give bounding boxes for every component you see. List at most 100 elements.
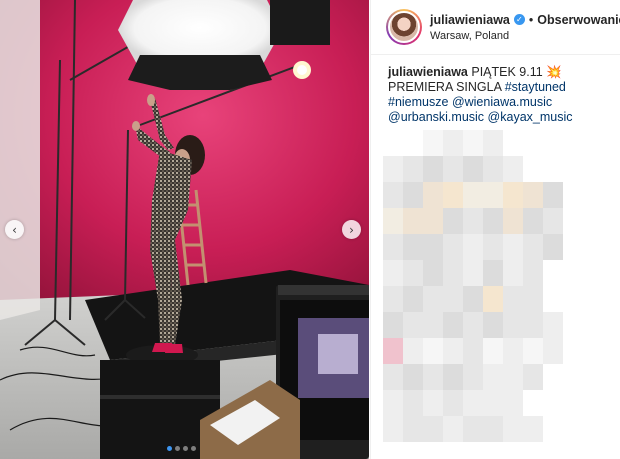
blur-pixel [383, 364, 403, 390]
collision-emoji: 💥 [546, 65, 562, 79]
mention-link[interactable]: @wieniawa.music [452, 95, 552, 109]
blur-pixel [463, 208, 483, 234]
blur-pixel [443, 416, 463, 442]
photo-image [0, 0, 369, 459]
blur-pixel [403, 338, 423, 364]
post-header: juliawieniawa ✓ • Obserwowanie Warsaw, P… [371, 0, 620, 55]
blur-pixel [503, 312, 523, 338]
blur-pixel [503, 338, 523, 364]
blur-pixel [383, 234, 403, 260]
blur-pixel [383, 390, 403, 416]
blur-pixel [443, 130, 463, 156]
blur-pixel [443, 208, 463, 234]
hashtag-link[interactable]: #niemusze [388, 95, 448, 109]
header-text: juliawieniawa ✓ • Obserwowanie Warsaw, P… [430, 13, 620, 42]
blur-pixel [463, 312, 483, 338]
carousel-next-button[interactable]: › [342, 220, 361, 239]
blur-pixel [483, 234, 503, 260]
carousel-dot [175, 446, 180, 451]
blur-pixel [403, 364, 423, 390]
blur-pixel [483, 364, 503, 390]
blur-pixel [543, 312, 563, 338]
caption-text: PIĄTEK 9.11 [471, 65, 543, 79]
blur-pixel [523, 260, 543, 286]
blur-pixel [403, 208, 423, 234]
mention-link[interactable]: @urbanski.music [388, 110, 484, 124]
post-side-panel: juliawieniawa ✓ • Obserwowanie Warsaw, P… [370, 0, 620, 459]
blur-pixel [443, 390, 463, 416]
blur-pixel [523, 312, 543, 338]
blur-pixel [483, 390, 503, 416]
blur-pixel [523, 416, 543, 442]
blur-pixel [503, 416, 523, 442]
blur-pixel [543, 208, 563, 234]
caption-username[interactable]: juliawieniawa [388, 65, 468, 79]
blur-pixel [423, 130, 443, 156]
separator-dot: • [528, 12, 534, 27]
carousel-dot [183, 446, 188, 451]
blur-pixel [443, 260, 463, 286]
chevron-right-icon: › [349, 222, 354, 237]
blur-pixel [423, 156, 443, 182]
blur-pixel [503, 156, 523, 182]
blur-pixel [483, 130, 503, 156]
blur-pixel [443, 182, 463, 208]
blur-pixel [523, 208, 543, 234]
blur-pixel [463, 390, 483, 416]
blur-pixel [383, 156, 403, 182]
blur-pixel [483, 286, 503, 312]
blur-pixel [523, 286, 543, 312]
blur-pixel [383, 338, 403, 364]
username-link[interactable]: juliawieniawa [430, 13, 510, 27]
blur-pixel [483, 312, 503, 338]
blur-pixel [463, 156, 483, 182]
blur-pixel [443, 234, 463, 260]
blur-pixel [383, 416, 403, 442]
carousel-dot [167, 446, 172, 451]
blur-pixel [423, 234, 443, 260]
blur-pixel [383, 286, 403, 312]
blur-pixel [443, 338, 463, 364]
blur-pixel [543, 234, 563, 260]
blur-pixel [403, 312, 423, 338]
blur-pixel [483, 156, 503, 182]
blur-pixel [503, 260, 523, 286]
caption-text-2: PREMIERA SINGLA [388, 80, 502, 94]
blur-pixel [403, 156, 423, 182]
blur-pixel [543, 182, 563, 208]
blur-pixel [403, 416, 423, 442]
header-row: juliawieniawa ✓ • Obserwowanie [430, 13, 620, 27]
blur-pixel [523, 364, 543, 390]
blur-pixel [463, 182, 483, 208]
mention-link[interactable]: @kayax_music [488, 110, 573, 124]
hashtag-link[interactable]: #staytuned [505, 80, 566, 94]
blur-pixel [483, 338, 503, 364]
location-link[interactable]: Warsaw, Poland [430, 30, 620, 42]
avatar[interactable] [386, 9, 422, 45]
blur-pixel [443, 286, 463, 312]
blur-pixel [403, 390, 423, 416]
blur-pixel [523, 234, 543, 260]
blur-pixel [423, 208, 443, 234]
post-caption: juliawieniawa PIĄTEK 9.11 💥 PREMIERA SIN… [371, 55, 620, 125]
blur-pixel [443, 156, 463, 182]
blur-pixel [383, 260, 403, 286]
blur-pixel [423, 390, 443, 416]
blur-pixel [463, 286, 483, 312]
blur-pixel [463, 234, 483, 260]
blur-pixel [423, 338, 443, 364]
carousel-dot [191, 446, 196, 451]
blur-pixel [403, 234, 423, 260]
avatar-image [388, 11, 420, 43]
blur-pixel [423, 416, 443, 442]
blur-pixel [463, 130, 483, 156]
post-photo[interactable]: ‹ › [0, 0, 369, 459]
carousel-indicator [167, 446, 196, 451]
blur-pixel [523, 182, 543, 208]
carousel-prev-button[interactable]: ‹ [5, 220, 24, 239]
blur-pixel [463, 338, 483, 364]
blur-pixel [423, 286, 443, 312]
blur-pixel [483, 182, 503, 208]
blur-pixel [383, 182, 403, 208]
following-button[interactable]: Obserwowanie [537, 13, 620, 27]
